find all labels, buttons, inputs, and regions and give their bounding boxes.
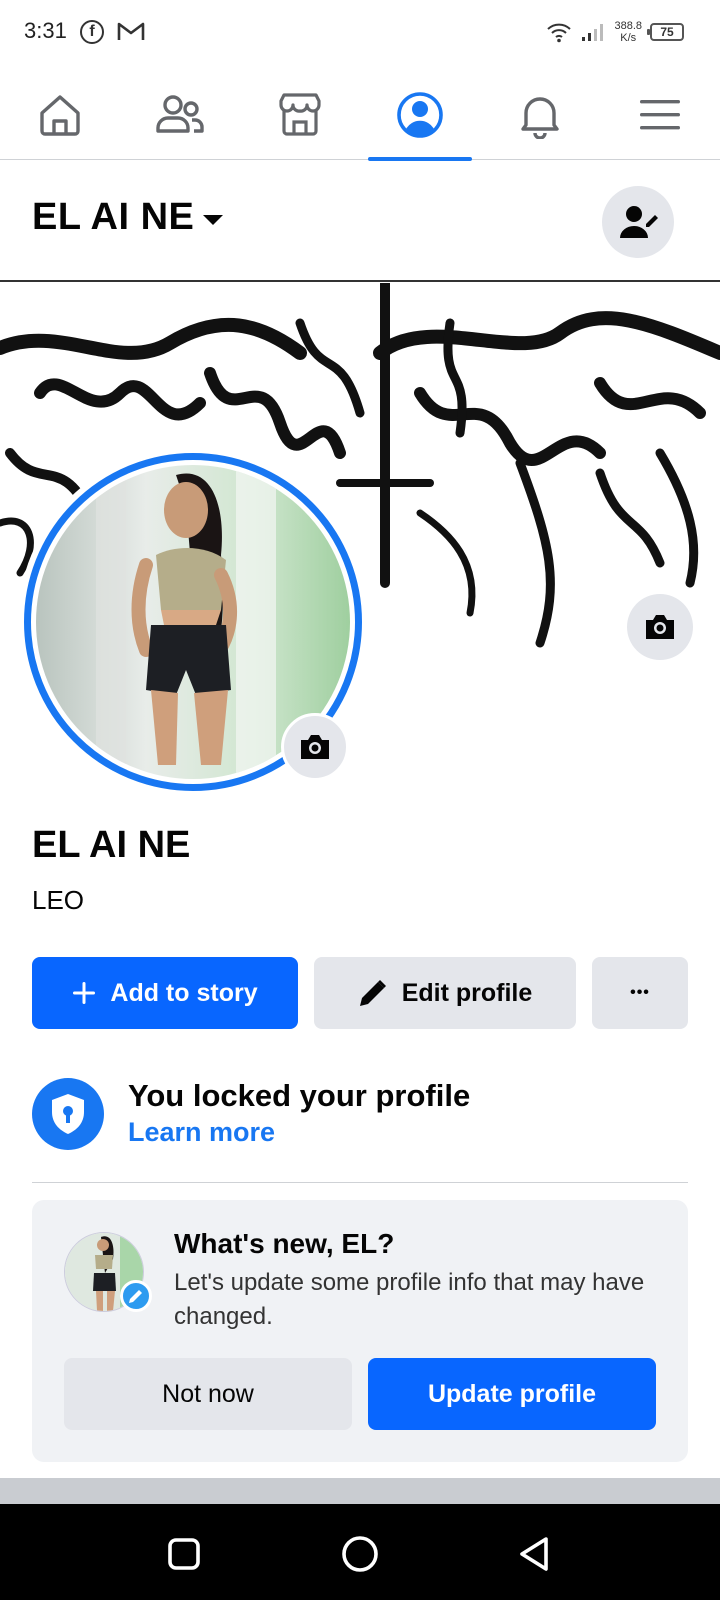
menu-icon <box>640 100 680 130</box>
add-to-story-label: Add to story <box>110 978 258 1007</box>
home-button[interactable] <box>330 1524 390 1584</box>
learn-more-link[interactable]: Learn more <box>128 1117 275 1148</box>
update-profile-button[interactable]: Update profile <box>368 1358 656 1430</box>
user-edit-icon <box>620 206 658 238</box>
home-icon <box>40 95 80 136</box>
circle-icon <box>342 1536 378 1572</box>
status-bar: 3:31 f 388.8 K/s 75 <box>0 0 720 64</box>
tab-friends[interactable] <box>126 70 234 160</box>
top-nav <box>0 70 720 161</box>
camera-icon <box>646 615 674 639</box>
battery-icon: 75 <box>647 23 684 41</box>
gmail-notification-icon <box>117 22 145 40</box>
back-triangle-icon <box>520 1537 548 1571</box>
square-icon <box>168 1538 200 1570</box>
shield-lock-icon <box>52 1094 84 1134</box>
network-speed-value: 388.8 <box>614 20 642 32</box>
recents-button[interactable] <box>154 1524 214 1584</box>
status-time: 3:31 <box>24 18 67 43</box>
facebook-notification-icon: f <box>80 20 104 44</box>
edit-cover-photo-button[interactable] <box>627 594 693 660</box>
card-title: What's new, EL? <box>174 1228 395 1259</box>
tab-profile[interactable] <box>366 70 474 161</box>
marketplace-icon <box>279 93 321 136</box>
add-to-story-button[interactable]: Add to story <box>32 957 298 1029</box>
tab-home[interactable] <box>6 70 114 160</box>
edit-profile-picture-button[interactable] <box>281 713 349 781</box>
edit-badge <box>120 1280 152 1312</box>
profile-settings-button[interactable] <box>602 186 674 258</box>
tab-marketplace[interactable] <box>246 70 354 160</box>
profile-bio: LEO <box>32 885 85 915</box>
not-now-button[interactable]: Not now <box>64 1358 352 1430</box>
tab-notifications[interactable] <box>486 70 594 160</box>
system-navigation-bar <box>0 1504 720 1600</box>
edit-profile-button[interactable]: Edit profile <box>314 957 576 1029</box>
more-options-button[interactable]: ••• <box>592 957 688 1029</box>
tab-menu[interactable] <box>606 70 714 160</box>
card-text: Let's update some profile info that may … <box>174 1269 645 1330</box>
profile-lock-badge <box>32 1078 104 1150</box>
network-speed: 388.8 K/s <box>614 20 642 44</box>
lock-notice-title: You locked your profile <box>128 1078 471 1113</box>
account-switcher-name[interactable]: EL AI NE <box>32 196 194 239</box>
profile-name: EL AI NE <box>32 824 191 866</box>
camera-icon <box>301 735 329 759</box>
profile-icon <box>397 92 443 138</box>
edit-profile-label: Edit profile <box>401 978 533 1007</box>
network-speed-unit: K/s <box>620 32 637 44</box>
back-button[interactable] <box>504 1524 564 1584</box>
plus-icon <box>73 982 96 1004</box>
chevron-down-icon[interactable] <box>203 215 223 225</box>
divider <box>32 1182 688 1183</box>
signal-icon <box>582 24 604 41</box>
more-icon: ••• <box>630 984 650 1001</box>
battery-level: 75 <box>660 25 674 39</box>
pencil-icon <box>129 1290 142 1303</box>
friends-icon <box>156 95 204 133</box>
profile-update-card: What's new, EL? Let's update some profil… <box>32 1200 688 1462</box>
pencil-icon <box>359 980 386 1006</box>
profile-header: EL AI NE <box>0 160 720 282</box>
bell-icon <box>521 97 559 139</box>
section-separator <box>0 1478 720 1504</box>
wifi-icon <box>547 23 572 43</box>
